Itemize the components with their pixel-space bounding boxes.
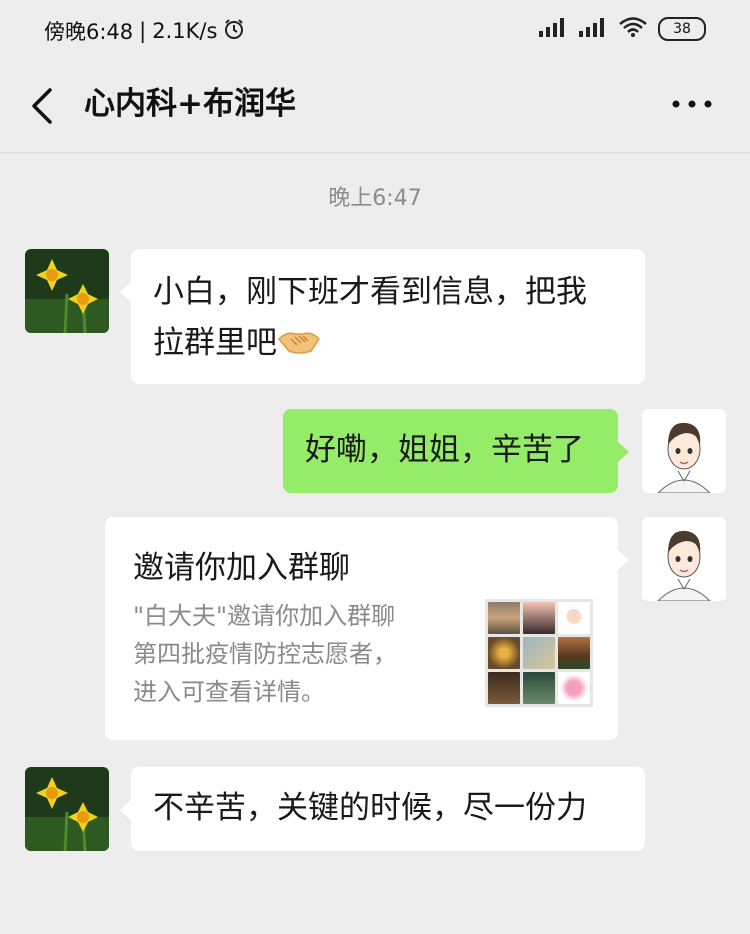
group-member-avatar (488, 672, 520, 704)
invite-card-description: "白大夫"邀请你加入群聊 第四批疫情防控志愿者， 进入可查看详情。 (133, 597, 463, 711)
alarm-icon (223, 18, 245, 45)
header-divider (0, 152, 750, 153)
group-member-avatar (558, 672, 590, 704)
message-bubble-me-1[interactable]: 好嘞，姐姐，辛苦了 (283, 409, 629, 493)
chat-title: 心内科+布润华 (84, 86, 296, 122)
status-separator: | (139, 19, 147, 43)
signal-icon-2 (578, 17, 608, 41)
group-avatar-grid (485, 599, 593, 707)
chat-timestamp: 晚上6:47 (328, 186, 422, 211)
status-time: 傍晚6:48 (44, 20, 134, 44)
group-invite-card[interactable]: 邀请你加入群聊 "白大夫"邀请你加入群聊 第四批疫情防控志愿者， 进入可查看详情… (105, 517, 629, 740)
group-member-avatar (558, 602, 590, 634)
group-member-avatar (488, 602, 520, 634)
invite-card-title: 邀请你加入群聊 (133, 550, 350, 586)
my-avatar-2[interactable] (642, 517, 726, 601)
message-text-line-2: 拉群里吧 (153, 318, 623, 369)
wifi-icon (618, 16, 648, 42)
message-bubble-contact-2[interactable]: 不辛苦，关键的时候，尽一份力 (120, 767, 645, 851)
group-member-avatar (558, 637, 590, 669)
message-text: 好嘞，姐姐，辛苦了 (305, 432, 584, 468)
status-right: 38 (538, 16, 706, 42)
group-member-avatar (523, 672, 555, 704)
contact-avatar-2[interactable] (25, 767, 109, 851)
more-button[interactable] (670, 88, 714, 120)
back-button[interactable] (26, 82, 66, 130)
group-member-avatar (523, 602, 555, 634)
group-member-avatar (523, 637, 555, 669)
invite-desc-line-3: 进入可查看详情。 (133, 678, 325, 706)
battery-indicator: 38 (658, 17, 706, 41)
message-text: 不辛苦，关键的时候，尽一份力 (153, 790, 587, 826)
chevron-left-icon (32, 88, 52, 124)
invite-desc-line-2: 第四批疫情防控志愿者， (133, 640, 397, 668)
invite-desc-line-1: "白大夫"邀请你加入群聊 (133, 602, 396, 630)
handshake-emoji-icon (277, 332, 320, 354)
my-avatar[interactable] (642, 409, 726, 493)
more-icon (672, 100, 712, 108)
signal-icon (538, 17, 568, 41)
message-text-line-1: 小白，刚下班才看到信息，把我 (153, 274, 587, 310)
status-left: 傍晚6:48 | 2.1K/s (44, 16, 245, 46)
status-bar: 傍晚6:48 | 2.1K/s 38 (0, 0, 750, 62)
network-speed: 2.1K/s (152, 19, 218, 43)
chat-header: 心内科+布润华 (0, 62, 750, 150)
group-member-avatar (488, 637, 520, 669)
contact-avatar[interactable] (25, 249, 109, 333)
message-bubble-contact-1[interactable]: 小白，刚下班才看到信息，把我 拉群里吧 (120, 249, 645, 384)
